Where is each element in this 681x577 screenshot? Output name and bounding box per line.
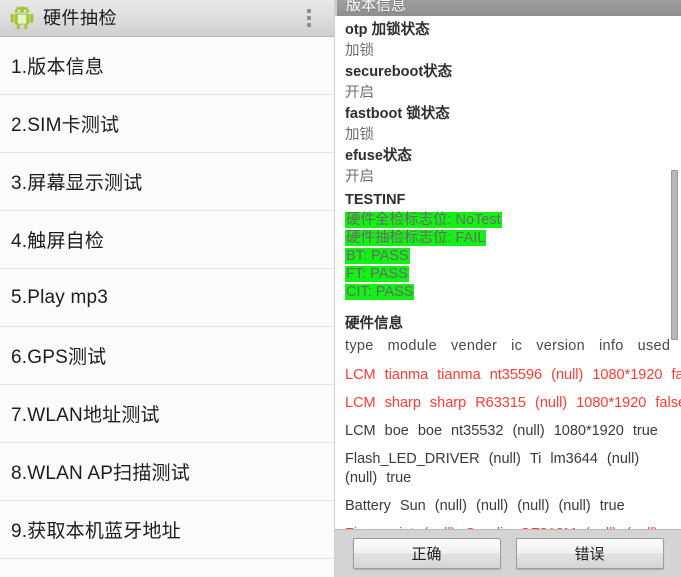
- cell: 1080*1920: [553, 423, 624, 439]
- testinf-line-text: 硬件抽检标志位: FAIL: [345, 230, 487, 246]
- cell: (null): [551, 367, 584, 383]
- list-item[interactable]: 5.Play mp3: [0, 269, 334, 327]
- overflow-menu-icon[interactable]: [298, 3, 320, 33]
- testinf-heading: TESTINF: [345, 192, 406, 208]
- cell: tianma: [437, 367, 481, 383]
- dialog-button-bar: 正确 错误: [335, 529, 681, 577]
- cell: boe: [417, 423, 443, 439]
- hardware-test-panel: 硬件抽检 1.版本信息 2.SIM卡测试 3.屏幕显示测试 4.触屏自检 5.P…: [0, 0, 335, 577]
- status-key: efuse状态: [345, 148, 412, 164]
- cell: (null): [488, 451, 521, 467]
- column-header: module: [387, 338, 437, 354]
- dialog-title-bar: 版本信息: [335, 0, 681, 16]
- cell: (null): [517, 498, 550, 514]
- cell: sharp: [384, 395, 421, 411]
- hardware-table-header: type module vender ic version info used: [345, 335, 671, 357]
- cell: 1080*1920: [576, 395, 647, 411]
- list-item[interactable]: 2.SIM卡测试: [0, 95, 334, 153]
- testinf-line: 硬件抽检标志位: FAIL: [345, 229, 671, 247]
- correct-button[interactable]: 正确: [352, 538, 501, 569]
- column-header: vender: [450, 338, 498, 354]
- table-row: LCM sharp sharp R63315 (null) 1080*1920 false: [345, 394, 681, 413]
- cell: boe: [384, 423, 409, 439]
- action-bar: 硬件抽检: [0, 0, 334, 37]
- cell: (null): [475, 498, 509, 514]
- cell: false: [671, 367, 681, 383]
- test-item-list[interactable]: 1.版本信息 2.SIM卡测试 3.屏幕显示测试 4.触屏自检 5.Play m…: [0, 37, 334, 577]
- testinf-line-text: FT: PASS: [345, 266, 409, 282]
- cell: (null): [534, 395, 568, 411]
- status-key: secureboot状态: [345, 64, 453, 80]
- testinf-line: FT: PASS: [345, 265, 671, 283]
- dialog-title: 版本信息: [346, 0, 407, 14]
- cell: (null): [512, 423, 545, 439]
- cell: Flash_LED_DRIVER: [345, 451, 480, 467]
- status-value: 开启: [345, 85, 374, 101]
- cell: R63315: [475, 395, 526, 411]
- cell: (null): [558, 498, 591, 514]
- table-row: Battery Sun (null) (null) (null) (null) true: [345, 497, 671, 516]
- list-item[interactable]: 1.版本信息: [0, 37, 334, 95]
- wrong-button[interactable]: 错误: [515, 538, 664, 569]
- testinf-line-text: BT: PASS: [345, 248, 410, 264]
- cell: true: [599, 498, 625, 514]
- cell: Ti: [529, 451, 542, 467]
- status-value: 加锁: [345, 127, 374, 143]
- cell: sharp: [429, 395, 467, 411]
- vertical-scrollbar[interactable]: [671, 170, 678, 340]
- cell: LCM: [345, 395, 376, 411]
- table-row: LCM tianma tianma nt35596 (null) 1080*1920 fal…: [345, 366, 681, 385]
- testinf-line: 硬件全检标志位: NoTest: [345, 211, 671, 229]
- list-item[interactable]: 8.WLAN AP扫描测试: [0, 443, 334, 501]
- testinf-line-text: CIT: PASS: [345, 284, 415, 300]
- cell: false: [655, 395, 681, 411]
- table-row: Flash_LED_DRIVER (null) Ti lm3644 (null) (nul…: [345, 450, 671, 488]
- column-header: info: [599, 338, 624, 354]
- android-robot-icon: [9, 5, 35, 31]
- column-header: version: [536, 338, 586, 354]
- testinf-line: BT: PASS: [345, 247, 671, 265]
- cell: true: [386, 470, 412, 486]
- column-header: used: [637, 338, 671, 354]
- cell: nt35532: [451, 423, 504, 439]
- testinf-line-text: 硬件全检标志位: NoTest: [345, 212, 502, 228]
- testinf-line: CIT: PASS: [345, 283, 671, 301]
- column-header: ic: [511, 338, 523, 354]
- status-key: fastboot 锁状态: [345, 106, 450, 122]
- cell: true: [632, 423, 658, 439]
- list-item[interactable]: 7.WLAN地址测试: [0, 385, 334, 443]
- list-item[interactable]: 3.屏幕显示测试: [0, 153, 334, 211]
- cell: (null): [606, 451, 640, 467]
- cell: nt35596: [489, 367, 543, 383]
- list-item[interactable]: 9.获取本机蓝牙地址: [0, 501, 334, 559]
- cell: (null): [434, 498, 467, 514]
- status-value: 加锁: [345, 43, 374, 59]
- cell: lm3644: [550, 451, 598, 467]
- cell: LCM: [345, 367, 376, 383]
- cell: (null): [345, 470, 378, 486]
- app-title: 硬件抽检: [43, 9, 117, 27]
- status-value: 开启: [345, 169, 374, 185]
- hardware-info-heading: 硬件信息: [345, 316, 403, 332]
- list-item[interactable]: 4.触屏自检: [0, 211, 334, 269]
- version-info-dialog: 版本信息 otp 加锁状态 加锁 secureboot状态 开启 fastboo…: [335, 0, 681, 577]
- cell: 1080*1920: [592, 367, 663, 383]
- app-root: 硬件抽检 1.版本信息 2.SIM卡测试 3.屏幕显示测试 4.触屏自检 5.P…: [0, 0, 681, 577]
- cell: Sun: [399, 498, 426, 514]
- cell: tianma: [384, 367, 429, 383]
- table-row: LCM boe boe nt35532 (null) 1080*1920 true: [345, 422, 671, 441]
- cell: Battery: [345, 498, 391, 514]
- status-key: otp 加锁状态: [345, 22, 430, 38]
- column-header: type: [345, 338, 374, 354]
- list-item[interactable]: 6.GPS测试: [0, 327, 334, 385]
- dialog-content: otp 加锁状态 加锁 secureboot状态 开启 fastboot 锁状态…: [335, 16, 681, 577]
- list-item[interactable]: 10.蓝牙设备扫描: [0, 559, 334, 577]
- cell: LCM: [345, 423, 376, 439]
